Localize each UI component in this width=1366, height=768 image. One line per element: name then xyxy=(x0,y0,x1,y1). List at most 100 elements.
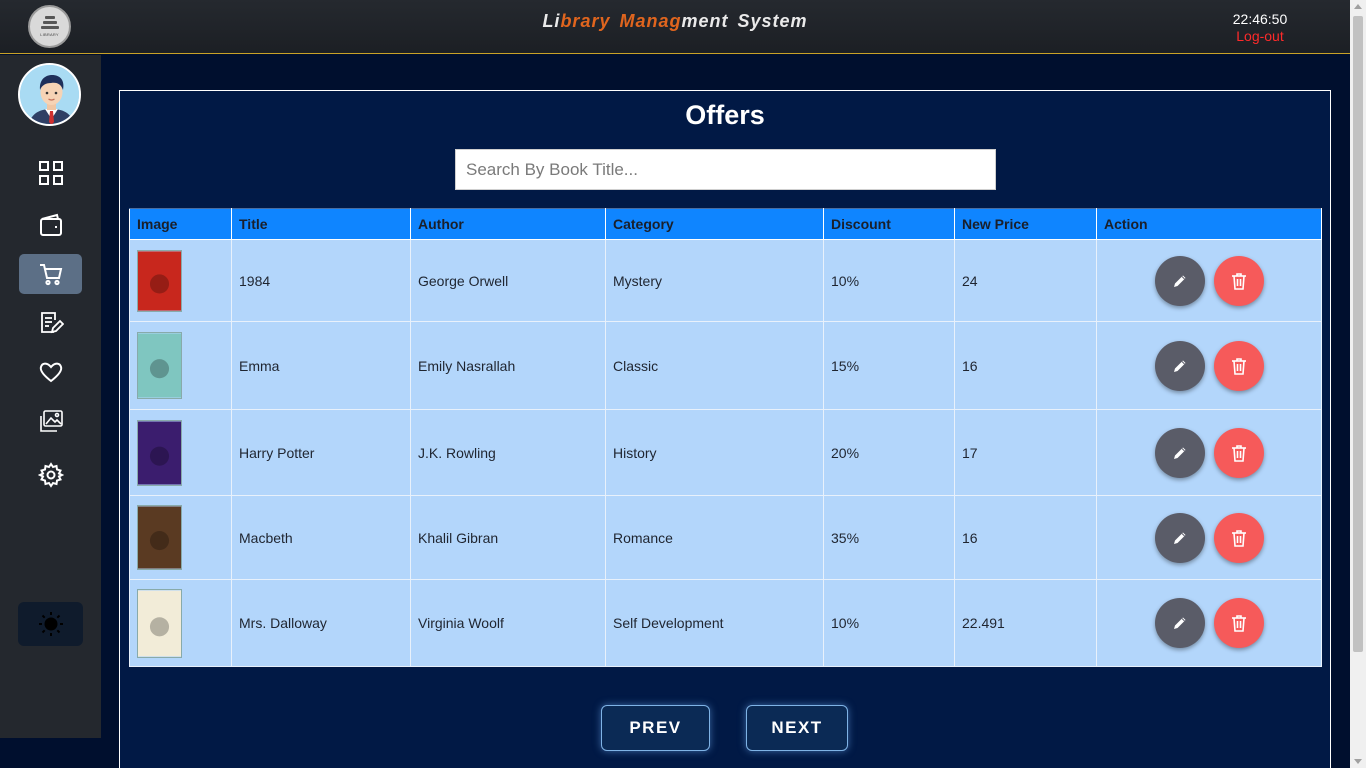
pencil-icon xyxy=(1172,445,1188,461)
app-title-part: System xyxy=(728,11,808,31)
sidebar-item-edit[interactable] xyxy=(19,303,82,343)
column-header-image[interactable]: Image xyxy=(129,208,232,240)
offers-panel: Offers Image Title Author Category Disco… xyxy=(119,90,1331,768)
table-row: Mrs. Dalloway Virginia Woolf Self Developm… xyxy=(129,579,1322,667)
sidebar-item-gallery[interactable] xyxy=(19,401,82,441)
trash-icon xyxy=(1231,529,1247,547)
scroll-down-arrow-icon[interactable] xyxy=(1354,759,1362,764)
sidebar-item-favorites[interactable] xyxy=(19,352,82,392)
book-cover-image xyxy=(137,249,182,312)
sidebar-item-settings[interactable] xyxy=(19,455,82,495)
scrollbar-thumb[interactable] xyxy=(1353,16,1363,652)
logo-text: LIBRARY xyxy=(40,32,59,37)
sidebar-item-dashboard[interactable] xyxy=(19,153,82,193)
trash-icon xyxy=(1231,357,1247,375)
book-cover-image xyxy=(137,588,182,658)
cell-author: George Orwell xyxy=(410,239,606,322)
next-button[interactable]: NEXT xyxy=(746,705,848,751)
book-cover-image xyxy=(137,419,182,486)
cell-category: Classic xyxy=(605,321,824,410)
sun-icon xyxy=(38,612,63,636)
app-title-part: Li xyxy=(542,11,561,31)
clock: 22:46:50 xyxy=(1232,11,1288,27)
logout-link[interactable]: Log-out xyxy=(1220,28,1300,44)
offers-table: Image Title Author Category Discount New… xyxy=(129,208,1322,667)
app-title-part: brary xyxy=(560,11,611,31)
heart-icon xyxy=(39,362,62,383)
page-title: Offers xyxy=(685,100,765,130)
wallet-icon xyxy=(39,213,62,236)
cell-new-price: 22.491 xyxy=(954,579,1097,667)
column-header-action[interactable]: Action xyxy=(1096,208,1322,240)
cell-title: Harry Potter xyxy=(231,409,411,496)
table-row: Harry Potter J.K. Rowling History 20% 17 xyxy=(129,409,1322,496)
cell-image xyxy=(129,495,232,580)
cell-author: Emily Nasrallah xyxy=(410,321,606,410)
edit-button[interactable] xyxy=(1154,512,1205,563)
pencil-icon xyxy=(1172,273,1188,289)
table-header-row: Image Title Author Category Discount New… xyxy=(129,208,1322,240)
trash-icon xyxy=(1231,444,1247,462)
top-header: LIBRARY Library Managment System 22:46:5… xyxy=(0,0,1350,54)
column-header-author[interactable]: Author xyxy=(410,208,606,240)
edit-button[interactable] xyxy=(1154,427,1205,478)
prev-button[interactable]: PREV xyxy=(601,705,710,751)
delete-button[interactable] xyxy=(1213,598,1264,648)
pencil-icon xyxy=(1172,615,1188,631)
vertical-scrollbar[interactable] xyxy=(1350,0,1366,768)
sidebar-item-offers[interactable] xyxy=(19,254,82,294)
edit-button[interactable] xyxy=(1154,598,1205,648)
edit-button[interactable] xyxy=(1154,340,1205,391)
cell-action xyxy=(1096,495,1322,580)
cell-discount: 10% xyxy=(823,579,955,667)
cell-action xyxy=(1096,321,1322,410)
cell-title: Mrs. Dalloway xyxy=(231,579,411,667)
dashboard-grid-icon xyxy=(38,161,63,185)
cell-category: Romance xyxy=(605,495,824,580)
delete-button[interactable] xyxy=(1213,512,1264,563)
trash-icon xyxy=(1231,614,1247,632)
book-cover-image xyxy=(137,332,182,399)
cell-category: History xyxy=(605,409,824,496)
cell-new-price: 24 xyxy=(954,239,1097,322)
edit-button[interactable] xyxy=(1154,255,1205,306)
column-header-new-price[interactable]: New Price xyxy=(954,208,1097,240)
cell-title: Macbeth xyxy=(231,495,411,580)
cell-discount: 15% xyxy=(823,321,955,410)
table-row: 1984 George Orwell Mystery 10% 24 xyxy=(129,239,1322,322)
cell-action xyxy=(1096,579,1322,667)
cell-image xyxy=(129,239,232,322)
column-header-discount[interactable]: Discount xyxy=(823,208,955,240)
sidebar xyxy=(0,55,101,738)
cell-new-price: 16 xyxy=(954,321,1097,410)
avatar[interactable] xyxy=(18,63,81,126)
sidebar-item-wallet[interactable] xyxy=(19,205,82,245)
book-cover-image xyxy=(137,505,182,570)
app-title-part: Manag xyxy=(619,11,682,31)
trash-icon xyxy=(1231,272,1247,290)
cell-discount: 10% xyxy=(823,239,955,322)
cell-image xyxy=(129,321,232,410)
cell-action xyxy=(1096,239,1322,322)
cell-author: Khalil Gibran xyxy=(410,495,606,580)
cell-discount: 20% xyxy=(823,409,955,496)
column-header-title[interactable]: Title xyxy=(231,208,411,240)
theme-toggle-button[interactable] xyxy=(18,602,83,646)
cell-discount: 35% xyxy=(823,495,955,580)
cell-category: Self Development xyxy=(605,579,824,667)
delete-button[interactable] xyxy=(1213,340,1264,391)
cell-title: 1984 xyxy=(231,239,411,322)
delete-button[interactable] xyxy=(1213,427,1264,478)
app-title: Library Managment System xyxy=(0,11,1350,32)
cell-new-price: 17 xyxy=(954,409,1097,496)
search-input[interactable] xyxy=(455,149,996,190)
scroll-up-arrow-icon[interactable] xyxy=(1354,4,1362,9)
cell-image xyxy=(129,409,232,496)
column-header-category[interactable]: Category xyxy=(605,208,824,240)
pencil-icon xyxy=(1172,358,1188,374)
cell-author: Virginia Woolf xyxy=(410,579,606,667)
gear-icon xyxy=(37,462,64,488)
table-row: Macbeth Khalil Gibran Romance 35% 16 xyxy=(129,495,1322,580)
delete-button[interactable] xyxy=(1213,255,1264,306)
cart-icon xyxy=(39,264,62,286)
